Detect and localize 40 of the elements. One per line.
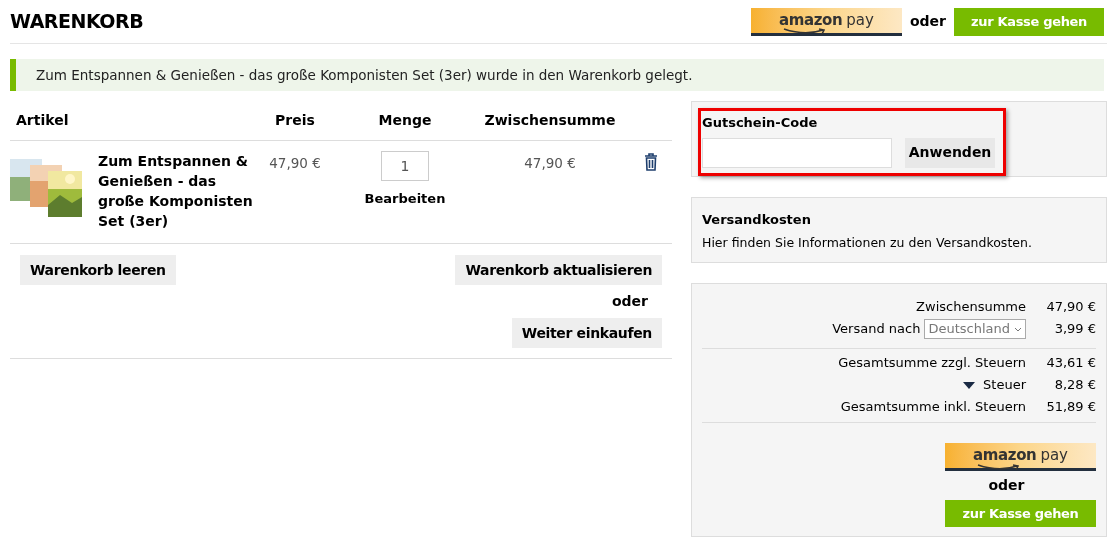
shipping-info-text: Hier finden Sie Informationen zu den Versandkosten. <box>702 233 1033 252</box>
total-value: 51,89 € <box>1045 398 1096 417</box>
total-label: Gesamtsumme zzgl. Steuern <box>838 354 1026 373</box>
continue-shopping-button[interactable]: Weiter einkaufen <box>511 318 662 348</box>
or-label: oder <box>611 292 649 311</box>
smile-arrow-icon <box>977 463 1022 471</box>
total-value: 3,99 € <box>1053 320 1096 339</box>
total-value: 8,28 € <box>1053 376 1096 395</box>
smile-arrow-icon <box>783 28 827 36</box>
clear-cart-button[interactable]: Warenkorb leeren <box>20 255 176 285</box>
country-select[interactable]: Deutschland <box>924 319 1026 339</box>
or-label: oder <box>909 12 946 31</box>
column-header: Menge <box>377 111 433 130</box>
price-cell-text: 47,90 € <box>268 154 322 173</box>
amazon-pay-button[interactable]: amazon pay <box>945 443 1096 471</box>
amazon-pay-button[interactable]: amazon pay <box>750 7 902 36</box>
quantity-field[interactable]: 1 <box>381 151 429 181</box>
success-notice: Zum Entspannen & Genießen - das große Komponisten Set (3er) wurde in den Warenkorb gelegt. <box>10 59 1104 91</box>
total-value: 47,90 € <box>1045 298 1096 317</box>
page-title: WARENKORB <box>10 9 144 35</box>
total-label: Zwischensumme <box>916 298 1026 317</box>
or-label: oder <box>987 476 1026 495</box>
chevron-down-icon <box>1014 326 1022 332</box>
column-header: Artikel <box>15 111 70 130</box>
trash-icon[interactable] <box>644 153 658 171</box>
product-name[interactable]: Zum Entspannen & Genießen - das große Komponisten Set (3er) <box>98 151 260 231</box>
coupon-code-field[interactable] <box>702 137 892 168</box>
label: Gutschein-Code <box>702 114 819 132</box>
total-value: 43,61 € <box>1045 354 1096 373</box>
column-header: Zwischensumme <box>483 111 617 130</box>
caret-down-icon[interactable] <box>963 381 976 389</box>
total-label: Gesamtsumme inkl. Steuern <box>840 398 1026 417</box>
update-cart-button[interactable]: Warenkorb aktualisieren <box>455 255 662 285</box>
panel-title: Versandkosten <box>702 211 812 229</box>
column-header: Preis <box>274 111 316 130</box>
subtotal-cell-text: 47,90 € <box>523 154 577 173</box>
total-label: Versand nach <box>832 320 921 339</box>
total-label: Steuer <box>983 376 1026 395</box>
apply-button[interactable]: Anwenden <box>905 137 995 168</box>
edit-link[interactable]: Bearbeiten <box>364 189 446 209</box>
